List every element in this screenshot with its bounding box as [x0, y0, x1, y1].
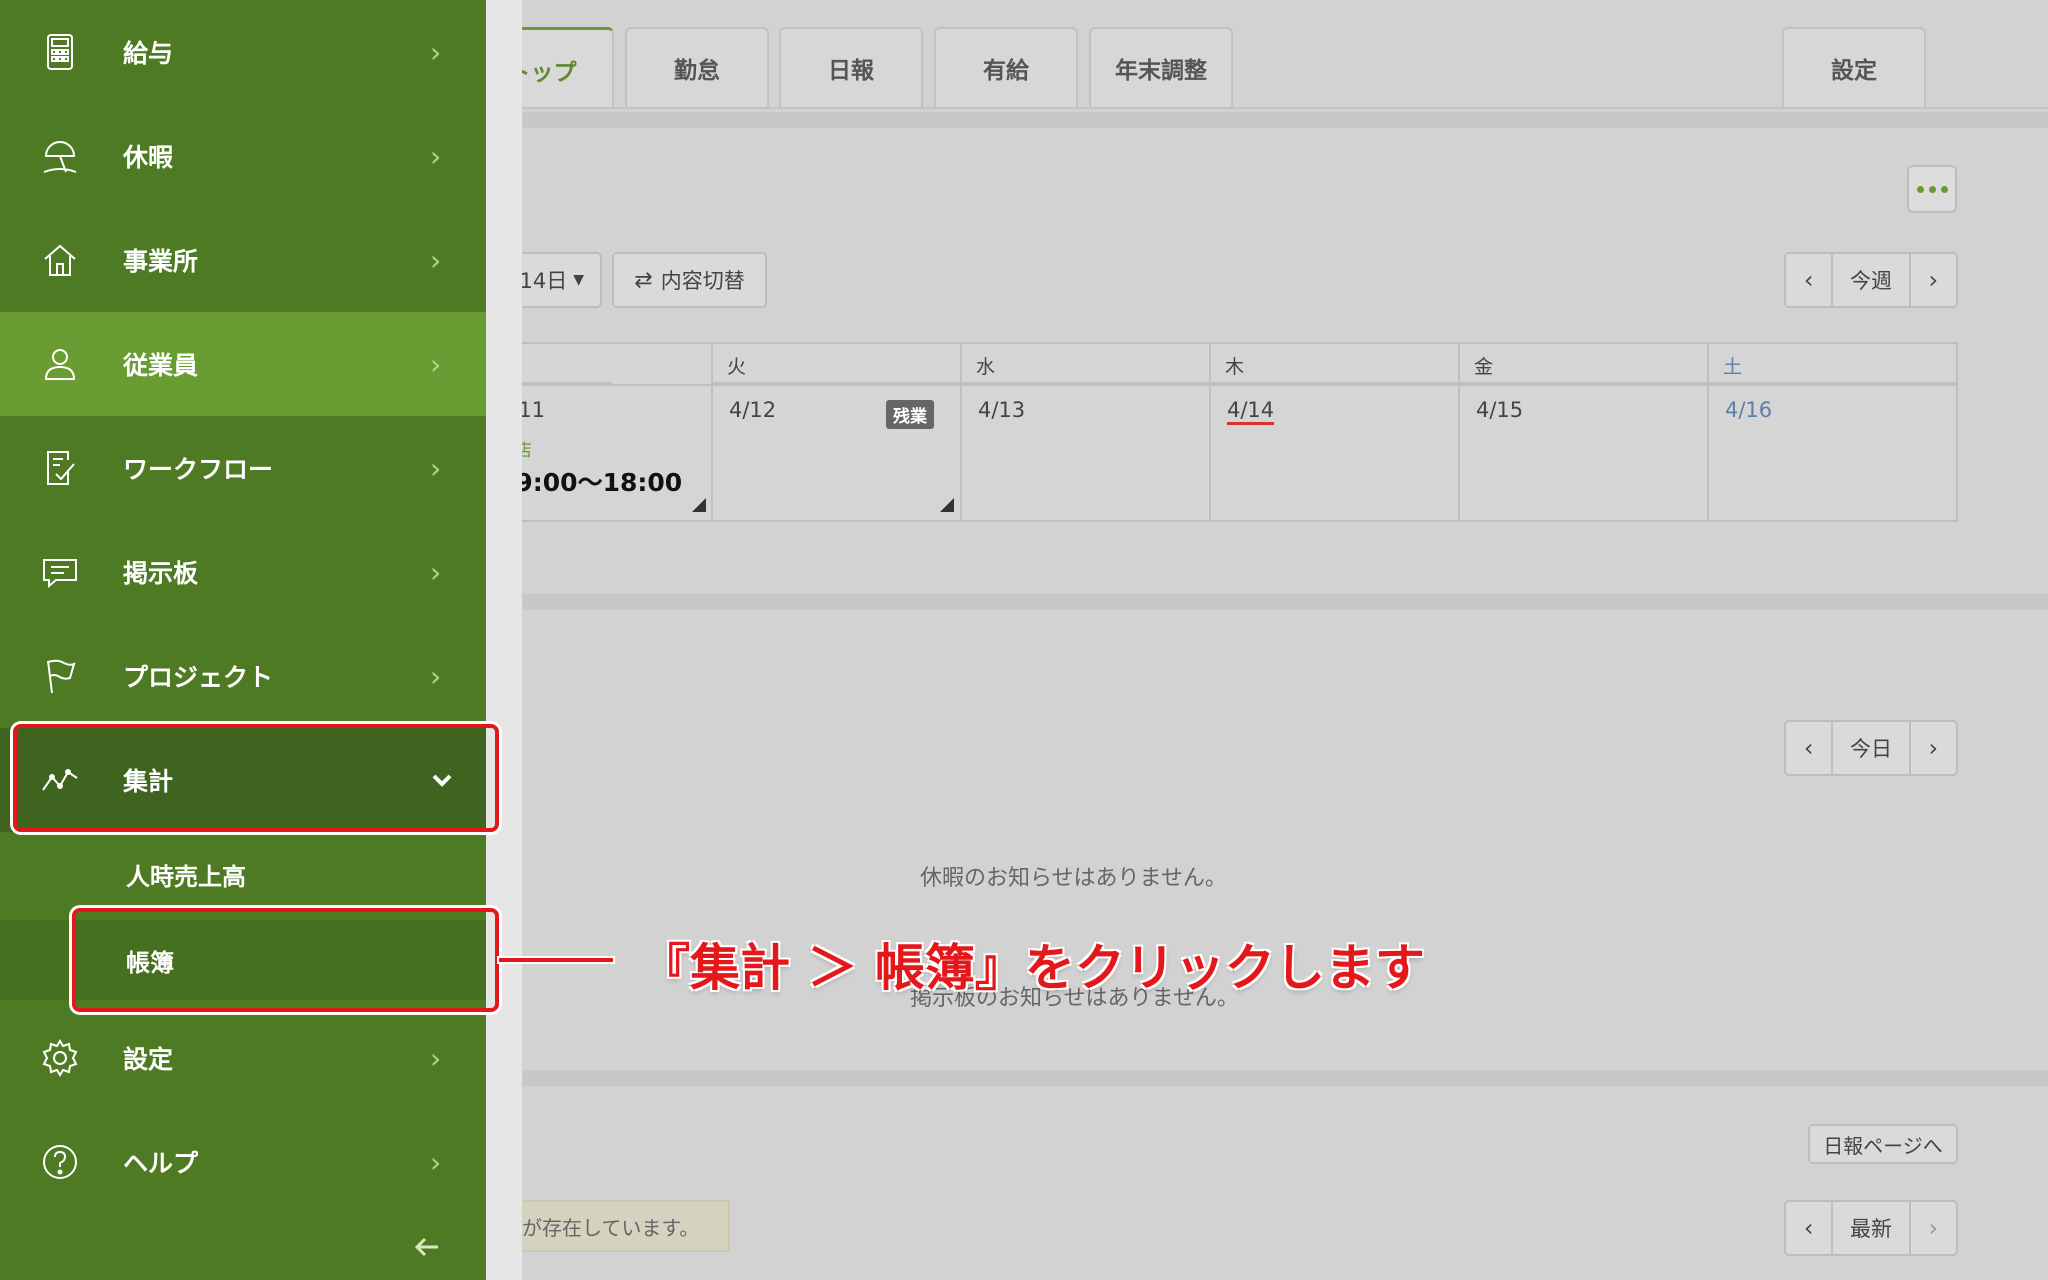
dot-icon: [1916, 185, 1924, 193]
today-button[interactable]: 今日: [1831, 722, 1911, 774]
content-toggle-label: 内容切替: [660, 269, 745, 293]
day-date: 4/16: [1725, 398, 1773, 422]
chevron-right-icon: ›: [430, 35, 442, 69]
day-date-today: 4/14: [1227, 398, 1275, 425]
tab-yukyu[interactable]: 有給: [934, 27, 1078, 107]
highlight-ledger: [72, 908, 499, 1012]
next-week-button[interactable]: ›: [1911, 254, 1956, 306]
chat-icon: [40, 552, 80, 592]
day-date: 4/13: [978, 398, 1026, 422]
section-divider: [400, 594, 2048, 610]
gear-icon: [40, 1038, 80, 1078]
chevron-right-icon: ›: [430, 555, 442, 589]
tab-nippo[interactable]: 日報: [779, 27, 923, 107]
sidebar-item-label: 掲示板: [123, 559, 199, 588]
latest-button[interactable]: 最新: [1831, 1202, 1911, 1254]
sidebar-item-label: ワークフロー: [123, 455, 274, 484]
dot-icon: [1928, 185, 1936, 193]
sidebar-item-board[interactable]: 掲示板 ›: [0, 520, 486, 624]
sidebar-item-label: 従業員: [123, 351, 199, 380]
sidebar-item-label: 給与: [123, 39, 174, 68]
person-icon: [40, 344, 80, 384]
beach-umbrella-icon: [40, 136, 80, 176]
shop-label: 本店: [498, 436, 695, 461]
chevron-right-icon: ›: [430, 1145, 442, 1179]
day-cell-wed[interactable]: 4/13: [962, 384, 1209, 520]
prev-week-button[interactable]: ‹: [1786, 254, 1831, 306]
flag-icon: [40, 656, 80, 696]
more-options-button[interactable]: [1907, 165, 1957, 213]
home-icon: [40, 240, 80, 280]
tab-kintai[interactable]: 勤怠: [625, 27, 769, 107]
weekday-header: 水: [962, 344, 1211, 384]
sidebar-item-employees[interactable]: 従業員 ›: [0, 312, 486, 416]
sidebar-item-salary[interactable]: 給与 ›: [0, 0, 486, 104]
sidebar-subitem-label: 人時売上高: [126, 862, 246, 891]
chevron-right-icon: ›: [430, 451, 442, 485]
weekday-header: 金: [1460, 344, 1709, 384]
leave-empty-message: 休暇のお知らせはありません。: [920, 866, 1227, 891]
day-date: 4/15: [1476, 398, 1524, 422]
weekday-header: 木: [1211, 344, 1460, 384]
checklist-icon: [40, 448, 80, 488]
cell-corner-mark: [692, 498, 706, 512]
chevron-right-icon: ›: [430, 1041, 442, 1075]
chevron-right-icon: ›: [430, 139, 442, 173]
sidebar: 給与 › 休暇 › 事業所 › 従業員 › ワークフロー › 掲示板 › プロジ…: [0, 0, 522, 1280]
this-week-button[interactable]: 今週: [1831, 254, 1911, 306]
week-calendar: 月 火 水 木 金 土 4/11 本店 09:00～18:00 4/12 残業 …: [400, 342, 1958, 522]
caret-down-icon: ▼: [573, 272, 584, 288]
chevron-right-icon: ›: [430, 347, 442, 381]
day-cell-thu[interactable]: 4/14: [1211, 384, 1458, 520]
sidebar-item-label: 事業所: [123, 247, 199, 276]
report-navigator: ‹ 最新 ›: [1784, 1200, 1958, 1256]
week-navigator: ‹ 今週 ›: [1784, 252, 1958, 308]
sidebar-item-label: 休暇: [123, 143, 174, 172]
sidebar-item-project[interactable]: プロジェクト ›: [0, 624, 486, 728]
sidebar-item-label: ヘルプ: [123, 1149, 199, 1178]
annotation-instruction: 『集計 ＞ 帳簿』をクリックします: [640, 939, 1425, 997]
next-report-button[interactable]: ›: [1911, 1202, 1956, 1254]
weekday-header: 土: [1709, 344, 1958, 384]
next-day-button[interactable]: ›: [1911, 722, 1956, 774]
cell-corner-mark: [940, 498, 954, 512]
tab-divider: [400, 107, 2048, 109]
content-toggle-button[interactable]: ⇄ 内容切替: [612, 252, 767, 308]
day-cell-sat[interactable]: 4/16: [1709, 384, 1956, 520]
dot-icon: [1940, 185, 1948, 193]
sidebar-item-workflow[interactable]: ワークフロー ›: [0, 416, 486, 520]
report-page-link[interactable]: 日報ページへ: [1808, 1124, 1958, 1164]
section-divider: [400, 1070, 2048, 1086]
day-date: 4/11: [498, 398, 695, 422]
highlight-aggregate: [13, 724, 499, 832]
prev-day-button[interactable]: ‹: [1786, 722, 1831, 774]
shift-time: 09:00～18:00: [498, 468, 683, 497]
tab-settings[interactable]: 設定: [1782, 27, 1926, 107]
overtime-badge: 残業: [886, 400, 934, 429]
collapse-sidebar-icon[interactable]: [412, 1232, 442, 1262]
sidebar-item-settings[interactable]: 設定 ›: [0, 1006, 486, 1110]
chevron-right-icon: ›: [430, 243, 442, 277]
sidebar-item-office[interactable]: 事業所 ›: [0, 208, 486, 312]
tab-nenmatsu[interactable]: 年末調整: [1089, 27, 1233, 107]
weekday-header: 火: [713, 344, 962, 384]
calculator-icon: [40, 32, 80, 72]
sidebar-item-help[interactable]: ヘルプ ›: [0, 1110, 486, 1214]
sidebar-item-leave[interactable]: 休暇 ›: [0, 104, 486, 208]
section-divider: [400, 112, 2048, 128]
help-icon: [40, 1142, 80, 1182]
sidebar-subitem-sales-per-hour[interactable]: 人時売上高: [0, 834, 486, 914]
annotation-connector: [499, 958, 613, 962]
sidebar-item-label: 設定: [123, 1045, 174, 1074]
day-navigator: ‹ 今日 ›: [1784, 720, 1958, 776]
chevron-right-icon: ›: [430, 659, 442, 693]
sidebar-edge: [486, 0, 522, 1280]
swap-icon: ⇄: [634, 267, 653, 293]
prev-report-button[interactable]: ‹: [1786, 1202, 1831, 1254]
sidebar-item-label: プロジェクト: [123, 663, 274, 692]
day-cell-fri[interactable]: 4/15: [1460, 384, 1707, 520]
